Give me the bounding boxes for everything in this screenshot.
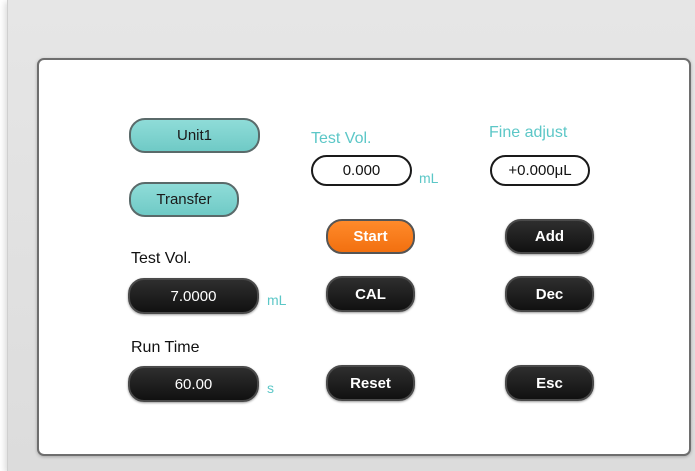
transfer-button[interactable]: Transfer: [129, 182, 239, 217]
top-test-vol-field[interactable]: 0.000: [311, 155, 412, 186]
run-time-field[interactable]: 60.00: [128, 366, 259, 402]
top-test-vol-label: Test Vol.: [311, 130, 372, 147]
test-vol-label: Test Vol.: [131, 250, 192, 267]
add-button[interactable]: Add: [505, 219, 594, 254]
test-vol-unit: mL: [267, 292, 287, 308]
top-test-vol-unit: mL: [419, 170, 439, 186]
fine-adjust-label: Fine adjust: [489, 124, 568, 141]
test-vol-field[interactable]: 7.0000: [128, 278, 259, 314]
esc-button[interactable]: Esc: [505, 365, 594, 401]
fine-adjust-field[interactable]: +0.000μL: [490, 155, 590, 186]
cal-button[interactable]: CAL: [326, 276, 415, 312]
dec-button[interactable]: Dec: [505, 276, 594, 312]
start-button[interactable]: Start: [326, 219, 415, 254]
run-time-unit: s: [267, 380, 274, 396]
run-time-label: Run Time: [131, 339, 200, 356]
reset-button[interactable]: Reset: [326, 365, 415, 401]
unit1-button[interactable]: Unit1: [129, 118, 260, 153]
